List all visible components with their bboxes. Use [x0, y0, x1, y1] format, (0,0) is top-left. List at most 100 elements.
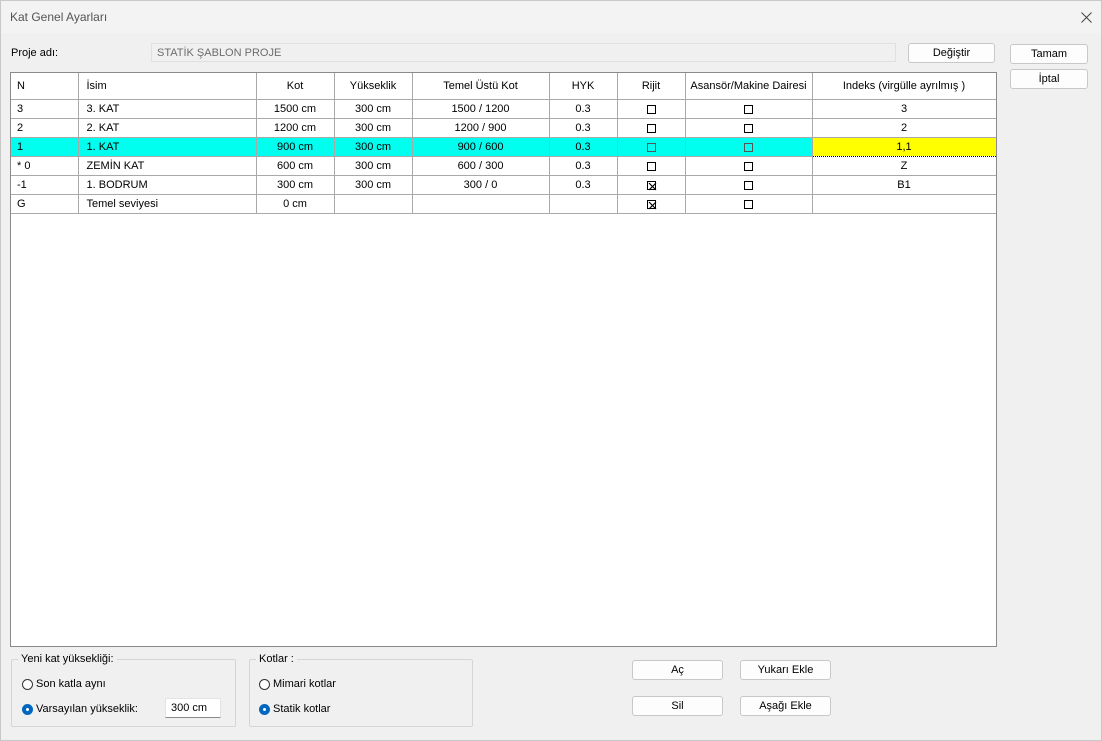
add-above-button[interactable]: Yukarı Ekle	[740, 660, 831, 680]
col-index-cell[interactable]: 2	[812, 118, 996, 138]
column-header-foundation[interactable]: Temel Üstü Kot	[412, 73, 550, 100]
column-header-n[interactable]: N	[11, 73, 79, 100]
add-below-button[interactable]: Aşağı Ekle	[740, 696, 831, 716]
elevations-group: Kotlar :	[249, 653, 473, 727]
col-elevator-cell	[685, 194, 813, 214]
col-n-cell[interactable]: * 0	[11, 156, 79, 176]
col-n-cell[interactable]: 3	[11, 99, 79, 119]
elevator-checkbox[interactable]	[744, 180, 753, 190]
col-height-cell[interactable]: 300 cm	[334, 175, 413, 195]
col-kot-cell[interactable]: 0 cm	[256, 194, 335, 214]
col-elevator-cell	[685, 175, 813, 195]
col-foundation-cell[interactable]: 1500 / 1200	[412, 99, 550, 119]
radio-structural[interactable]: Statik kotlar	[259, 703, 330, 715]
rigid-checkbox[interactable]	[646, 199, 656, 210]
col-height-cell[interactable]: 300 cm	[334, 137, 413, 157]
col-rigid-cell	[617, 99, 686, 119]
col-name-cell[interactable]: ZEMİN KAT	[78, 156, 257, 176]
table-row[interactable]: * 0 ZEMİN KAT 600 cm 300 cm 600 / 300 0.3 Z	[11, 156, 996, 176]
col-foundation-cell[interactable]: 900 / 600	[412, 137, 550, 157]
col-name-cell[interactable]: 1. BODRUM	[78, 175, 257, 195]
col-index-cell[interactable]: B1	[812, 175, 996, 195]
col-kot-cell[interactable]: 900 cm	[256, 137, 335, 157]
col-foundation-cell[interactable]: 600 / 300	[412, 156, 550, 176]
elevator-checkbox[interactable]	[744, 142, 753, 152]
col-name-cell[interactable]: Temel seviyesi	[78, 194, 257, 214]
col-foundation-cell[interactable]: 300 / 0	[412, 175, 550, 195]
table-row[interactable]: 2 2. KAT 1200 cm 300 cm 1200 / 900 0.3 2	[11, 118, 996, 138]
column-header-rigid[interactable]: Rijit	[617, 73, 686, 100]
col-height-cell[interactable]: 300 cm	[334, 118, 413, 138]
col-height-cell[interactable]	[334, 194, 413, 214]
column-header-index[interactable]: Indeks (virgülle ayrılmış )	[812, 73, 996, 100]
column-header-kot[interactable]: Kot	[256, 73, 335, 100]
radio-default-height[interactable]: Varsayılan yükseklik:	[22, 703, 138, 715]
column-header-hyk[interactable]: HYK	[549, 73, 618, 100]
table-row[interactable]: 1 1. KAT 900 cm 300 cm 900 / 600 0.3 1,1	[11, 137, 996, 157]
title-bar: Kat Genel Ayarları	[1, 1, 1101, 33]
col-hyk-cell[interactable]: 0.3	[549, 118, 618, 138]
rigid-checkbox[interactable]	[646, 180, 656, 191]
col-rigid-cell	[617, 156, 686, 176]
floor-table[interactable]: N İsim Kot Yükseklik Temel Üstü Kot HYK Rijit A…	[10, 72, 997, 647]
col-index-cell[interactable]: 3	[812, 99, 996, 119]
elevator-checkbox[interactable]	[744, 199, 753, 209]
col-height-cell[interactable]: 300 cm	[334, 156, 413, 176]
default-height-input[interactable]: 300 cm	[165, 698, 221, 718]
col-index-cell[interactable]: Z	[812, 156, 996, 176]
table-row[interactable]: 3 3. KAT 1500 cm 300 cm 1500 / 1200 0.3 3	[11, 99, 996, 119]
rigid-checkbox[interactable]	[646, 161, 656, 171]
col-hyk-cell[interactable]: 0.3	[549, 175, 618, 195]
col-hyk-cell[interactable]: 0.3	[549, 99, 618, 119]
column-header-elevator[interactable]: Asansör/Makine Dairesi	[685, 73, 813, 100]
radio-architectural[interactable]: Mimari kotlar	[259, 678, 336, 690]
column-header-height[interactable]: Yükseklik	[334, 73, 413, 100]
table-row[interactable]: -1 1. BODRUM 300 cm 300 cm 300 / 0 0.3 B1	[11, 175, 996, 195]
change-button[interactable]: Değiştir	[908, 43, 995, 63]
col-height-cell[interactable]: 300 cm	[334, 99, 413, 119]
column-header-name[interactable]: İsim	[78, 73, 257, 100]
col-name-cell[interactable]: 1. KAT	[78, 137, 257, 157]
rigid-checkbox[interactable]	[646, 142, 656, 152]
col-kot-cell[interactable]: 1500 cm	[256, 99, 335, 119]
col-n-cell[interactable]: 2	[11, 118, 79, 138]
rigid-checkbox[interactable]	[646, 104, 656, 114]
radio-architectural-label: Mimari kotlar	[273, 678, 336, 690]
project-name-label: Proje adı:	[11, 47, 59, 59]
elevator-checkbox[interactable]	[744, 104, 753, 114]
col-index-cell[interactable]	[812, 194, 996, 214]
col-hyk-cell[interactable]	[549, 194, 618, 214]
col-kot-cell[interactable]: 600 cm	[256, 156, 335, 176]
radio-icon	[22, 678, 33, 690]
col-foundation-cell[interactable]	[412, 194, 550, 214]
col-n-cell[interactable]: -1	[11, 175, 79, 195]
col-rigid-cell	[617, 175, 686, 195]
col-name-cell[interactable]: 3. KAT	[78, 99, 257, 119]
col-hyk-cell[interactable]: 0.3	[549, 156, 618, 176]
project-name-field: STATİK ŞABLON PROJE	[151, 43, 896, 62]
ok-button[interactable]: Tamam	[1010, 44, 1088, 64]
table-row[interactable]: G Temel seviyesi 0 cm	[11, 194, 996, 214]
col-name-cell[interactable]: 2. KAT	[78, 118, 257, 138]
col-rigid-cell	[617, 194, 686, 214]
open-button[interactable]: Aç	[632, 660, 723, 680]
col-kot-cell[interactable]: 300 cm	[256, 175, 335, 195]
col-n-cell[interactable]: 1	[11, 137, 79, 157]
elevator-checkbox[interactable]	[744, 123, 753, 133]
new-floor-height-title: Yeni kat yüksekliği:	[18, 653, 117, 665]
col-hyk-cell[interactable]: 0.3	[549, 137, 618, 157]
elevations-title: Kotlar :	[256, 653, 297, 665]
elevator-checkbox[interactable]	[744, 161, 753, 171]
col-foundation-cell[interactable]: 1200 / 900	[412, 118, 550, 138]
radio-same-as-last[interactable]: Son katla aynı	[22, 678, 106, 690]
col-kot-cell[interactable]: 1200 cm	[256, 118, 335, 138]
delete-button[interactable]: Sil	[632, 696, 723, 716]
close-button[interactable]	[1071, 3, 1101, 31]
radio-icon	[259, 678, 270, 690]
cancel-button[interactable]: İptal	[1010, 69, 1088, 89]
rigid-checkbox[interactable]	[646, 123, 656, 133]
col-rigid-cell	[617, 137, 686, 157]
col-index-cell[interactable]: 1,1	[811, 137, 996, 157]
col-rigid-cell	[617, 118, 686, 138]
col-n-cell[interactable]: G	[11, 194, 79, 214]
